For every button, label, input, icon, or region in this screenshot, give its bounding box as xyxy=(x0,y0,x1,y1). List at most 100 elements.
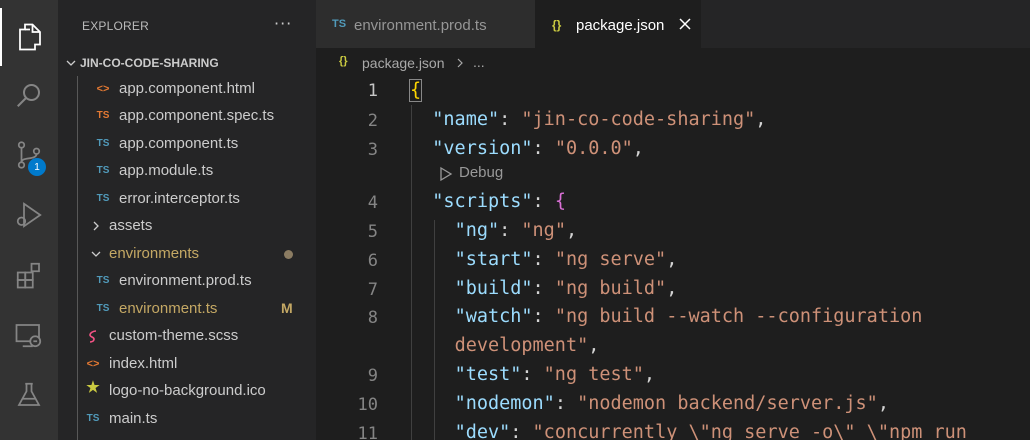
explorer-button[interactable] xyxy=(0,8,58,66)
explorer-title: EXPLORER xyxy=(82,19,149,33)
chevron-down-icon xyxy=(91,251,101,257)
git-modified-badge: M xyxy=(281,300,293,316)
testing-flask-icon xyxy=(17,382,41,406)
tab-package-json[interactable]: {} package.json xyxy=(535,0,701,48)
json-key: "watch" xyxy=(454,306,533,327)
json-string: "ng serve" xyxy=(554,249,667,270)
file-item[interactable]: TS main.ts xyxy=(58,406,316,433)
more-actions-button[interactable]: ··· xyxy=(274,14,292,33)
typescript-file-icon: TS xyxy=(96,275,110,286)
breadcrumb-file[interactable]: package.json xyxy=(362,55,445,71)
code-line: "scripts": { xyxy=(432,191,566,212)
code-editor[interactable]: 1 { 2 "name": "jin-co-code-sharing", 3 "… xyxy=(316,76,1030,440)
line-number: 2 xyxy=(367,111,378,131)
json-string: "ng test" xyxy=(543,364,644,385)
folder-item[interactable]: assets xyxy=(58,213,316,240)
line-number: 10 xyxy=(357,395,378,415)
typescript-file-icon: TS xyxy=(96,165,110,176)
typescript-file-icon: TS xyxy=(96,303,110,314)
json-string: "0.0.0" xyxy=(554,138,633,159)
json-string: "jin-co-code-sharing" xyxy=(521,109,756,130)
json-key: "ng" xyxy=(454,220,500,241)
editor-tab-bar: TS environment.prod.ts {} package.json xyxy=(316,0,1030,48)
run-debug-icon xyxy=(16,202,42,228)
json-string: development" xyxy=(454,335,589,356)
tab-environment-prod[interactable]: TS environment.prod.ts xyxy=(316,0,535,48)
file-label: error.interceptor.ts xyxy=(119,190,240,207)
typescript-file-icon: TS xyxy=(332,18,347,30)
html-file-icon: <> xyxy=(96,83,110,95)
extensions-button[interactable] xyxy=(0,246,58,304)
star-file-icon: ★ xyxy=(86,379,100,396)
file-label: environment.ts xyxy=(119,300,218,317)
folder-label: assets xyxy=(109,217,153,234)
code-line: "build": "ng build", xyxy=(454,278,678,299)
file-item[interactable]: TS error.interceptor.ts xyxy=(58,186,316,213)
files-icon xyxy=(19,23,41,51)
code-line: "name": "jin-co-code-sharing", xyxy=(432,109,767,130)
chevron-right-icon xyxy=(93,221,99,231)
open-brace: { xyxy=(408,79,423,102)
json-key: "scripts" xyxy=(432,191,533,212)
folder-item[interactable]: environments xyxy=(58,241,316,268)
code-line: "dev": "concurrently \"ng serve -o\" \"n… xyxy=(410,422,967,440)
json-string: "ng build --watch --configuration xyxy=(554,306,923,327)
search-icon xyxy=(17,84,40,107)
line-number: 4 xyxy=(367,193,378,213)
line-number: 8 xyxy=(367,308,378,328)
code-line: { xyxy=(408,79,423,102)
line-number: 11 xyxy=(357,424,378,440)
file-item[interactable]: custom-theme.scss xyxy=(58,323,316,350)
json-string: "concurrently \"ng serve -o\" \"npm run xyxy=(532,422,967,440)
json-key: "version" xyxy=(432,138,533,159)
workspace-section-header[interactable]: JIN-CO-CODE-SHARING xyxy=(58,50,316,76)
file-item[interactable]: <> index.html xyxy=(58,351,316,378)
chevron-down-icon xyxy=(66,60,76,66)
code-line: "watch": "ng build --watch --configurati… xyxy=(454,306,923,327)
scss-file-icon xyxy=(89,330,97,343)
extensions-icon xyxy=(16,262,40,289)
file-label: index.html xyxy=(109,355,178,372)
file-item[interactable]: TS environment.prod.ts xyxy=(58,268,316,295)
file-label: app.component.ts xyxy=(119,135,239,152)
file-label: environment.prod.ts xyxy=(119,272,252,289)
search-button[interactable] xyxy=(0,66,58,124)
json-string: "nodemon backend/server.js" xyxy=(577,393,878,414)
json-file-icon: {} xyxy=(339,55,348,67)
json-key: "name" xyxy=(432,109,500,130)
file-item[interactable]: TS app.component.spec.ts xyxy=(58,103,316,130)
json-key: "test" xyxy=(454,364,522,385)
breadcrumb: {} package.json ... xyxy=(316,48,1030,76)
line-number: 7 xyxy=(367,280,378,300)
breadcrumb-more[interactable]: ... xyxy=(473,54,485,70)
play-icon xyxy=(440,166,453,182)
file-item[interactable]: TS app.component.ts xyxy=(58,131,316,158)
file-item[interactable]: ★ logo-no-background.ico xyxy=(58,378,316,405)
ts-test-file-icon: TS xyxy=(96,110,110,121)
file-label: app.component.html xyxy=(119,80,255,97)
workspace-name: JIN-CO-CODE-SHARING xyxy=(80,56,219,70)
line-number: 3 xyxy=(367,140,378,160)
file-item[interactable]: TS environment.ts M xyxy=(58,296,316,323)
testing-button[interactable] xyxy=(0,366,58,424)
json-string: "ng" xyxy=(521,220,566,241)
run-debug-button[interactable] xyxy=(0,186,58,244)
json-key: "dev" xyxy=(454,422,511,440)
line-number: 9 xyxy=(367,366,378,386)
file-label: app.module.ts xyxy=(119,162,214,179)
json-key: "nodemon" xyxy=(454,393,555,414)
typescript-file-icon: TS xyxy=(86,413,100,424)
source-control-button[interactable]: 1 xyxy=(0,126,58,184)
code-line: "ng": "ng", xyxy=(454,220,578,241)
code-line: "start": "ng serve", xyxy=(454,249,678,270)
json-string: "ng build" xyxy=(554,278,667,299)
close-icon[interactable] xyxy=(678,17,692,31)
remote-explorer-icon xyxy=(15,324,42,348)
remote-explorer-button[interactable] xyxy=(0,306,58,364)
explorer-sidebar: EXPLORER ··· JIN-CO-CODE-SHARING <> app.… xyxy=(58,0,316,440)
file-item[interactable]: <> app.component.html xyxy=(58,76,316,103)
file-label: main.ts xyxy=(109,410,158,427)
typescript-file-icon: TS xyxy=(96,193,110,204)
line-number: 1 xyxy=(367,81,378,101)
file-item[interactable]: TS app.module.ts xyxy=(58,158,316,185)
